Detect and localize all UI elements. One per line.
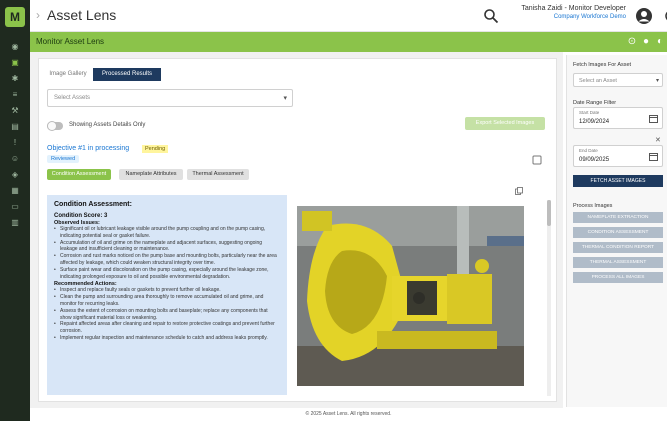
list-item: Inspect and replace faulty seals or gask… xyxy=(54,287,280,294)
end-date-value: 09/09/2025 xyxy=(579,157,610,163)
chevron-right-icon: › xyxy=(36,8,40,22)
details-toggle[interactable] xyxy=(47,121,63,131)
refresh-icon[interactable] xyxy=(663,8,667,24)
assessment-panel: Condition Assessment: Condition Score: 3… xyxy=(47,195,287,395)
observed-list: Significant oil or lubricant leakage vis… xyxy=(54,226,280,280)
report-icon[interactable]: ▦ xyxy=(10,186,20,196)
toggle-knob xyxy=(47,121,57,131)
status-badge-pending: Pending xyxy=(142,145,169,153)
chip-nameplate-attributes[interactable]: Nameplate Attributes xyxy=(119,169,183,180)
tools-icon[interactable]: ⚒ xyxy=(10,106,20,116)
map-icon[interactable]: ◈ xyxy=(10,170,20,180)
user-info[interactable]: Tanisha Zaidi - Monitor Developer Compan… xyxy=(514,5,626,27)
end-date-caption: End Date xyxy=(579,148,598,153)
users-icon[interactable]: ☺ xyxy=(10,154,20,164)
asset-select[interactable]: Select Assets ▾ xyxy=(47,89,293,107)
objective-link[interactable]: Objective #1 in processing xyxy=(47,145,129,152)
copy-icon[interactable] xyxy=(515,187,523,195)
date-range-label: Date Range Filter xyxy=(573,100,617,106)
nameplate-extraction-button[interactable]: NAMEPLATE EXTRACTION xyxy=(573,212,663,223)
page-title: Monitor Asset Lens xyxy=(36,37,105,46)
search-icon[interactable] xyxy=(483,8,499,24)
sidebar-asset-placeholder: Select an Asset xyxy=(579,78,617,84)
list-item: Assess the extent of corrosion on mounti… xyxy=(54,308,280,322)
chip-thermal-assessment[interactable]: Thermal Assessment xyxy=(187,169,249,180)
app-logo[interactable]: M xyxy=(5,7,25,27)
asset-lens-icon[interactable]: ▣ xyxy=(10,58,20,68)
thermal-assessment-button[interactable]: THERMAL ASSESSMENT xyxy=(573,257,663,268)
fullscreen-icon[interactable]: ⊙ xyxy=(626,36,638,48)
toggle-label: Showing Assets Details Only xyxy=(69,122,146,128)
list-item: Implement regular inspection and mainten… xyxy=(54,335,280,342)
list-item: Clean the pump and surrounding area thor… xyxy=(54,294,280,308)
fetch-asset-images-button[interactable]: FETCH ASSET IMAGES xyxy=(573,175,663,187)
asset-photo[interactable] xyxy=(297,206,524,386)
calendar-icon[interactable] xyxy=(649,152,658,161)
caret-down-icon: ▾ xyxy=(283,95,287,102)
sidebar-asset-select[interactable]: Select an Asset ▾ xyxy=(573,73,663,87)
process-images-label: Process Images xyxy=(573,203,613,209)
process-all-images-button[interactable]: PROCESS ALL IMAGES xyxy=(573,272,663,283)
tab-processed-results[interactable]: Processed Results xyxy=(93,68,161,81)
tab-image-gallery[interactable]: Image Gallery xyxy=(45,68,91,81)
right-sidebar: Fetch Images For Asset Select an Asset ▾… xyxy=(566,55,667,407)
start-date-caption: Start Date xyxy=(579,110,600,115)
chip-condition-assessment[interactable]: Condition Assessment xyxy=(47,169,111,180)
export-selected-button[interactable]: Export Selected Images xyxy=(465,117,545,130)
user-name: Tanisha Zaidi - Monitor Developer xyxy=(521,5,626,12)
page-bar: Monitor Asset Lens ⊙ ● ◐ xyxy=(30,32,667,52)
list-icon[interactable]: ≡ xyxy=(10,90,20,100)
settings-icon[interactable]: ◐ xyxy=(654,36,666,48)
end-date-field[interactable]: End Date 09/09/2025 xyxy=(573,145,663,167)
assessment-heading: Condition Assessment: xyxy=(54,201,132,208)
start-date-field[interactable]: Start Date 12/09/2024 xyxy=(573,107,663,129)
caret-down-icon: ▾ xyxy=(655,78,659,84)
calendar-icon[interactable] xyxy=(649,114,658,123)
status-badge-reviewed[interactable]: Reviewed xyxy=(47,155,80,163)
account-icon[interactable] xyxy=(635,7,653,25)
top-header: › Asset Lens Tanisha Zaidi - Monitor Dev… xyxy=(30,0,667,32)
list-item: Corrosion and rust marks noticed on the … xyxy=(54,253,280,267)
fetch-images-label: Fetch Images For Asset xyxy=(573,62,632,68)
flag-icon[interactable] xyxy=(532,155,542,165)
alert-icon[interactable]: ! xyxy=(10,138,20,148)
thermal-condition-report-button[interactable]: THERMAL CONDITION REPORT xyxy=(573,242,663,253)
gear-icon[interactable]: ✱ xyxy=(10,74,20,84)
scrollbar-thumb[interactable] xyxy=(547,200,551,226)
start-date-value: 12/09/2024 xyxy=(579,119,610,125)
user-company: Company Workforce Demo xyxy=(553,14,626,20)
list-item: Repaint affected areas after cleaning an… xyxy=(54,321,280,335)
condition-assessment-button[interactable]: CONDITION ASSESSMENT xyxy=(573,227,663,238)
close-icon[interactable]: ✕ xyxy=(655,136,661,144)
list-item: Surface paint wear and discoloration on … xyxy=(54,267,280,281)
scrollbar[interactable] xyxy=(547,200,551,396)
app-title: Asset Lens xyxy=(47,7,117,23)
app-root: M ◉ ▣ ✱ ≡ ⚒ ▤ ! ☺ ◈ ▦ ▭ ▥ › Asset Lens T… xyxy=(0,0,667,421)
dashboard-icon[interactable]: ◉ xyxy=(10,42,20,52)
chart-icon[interactable]: ▤ xyxy=(10,122,20,132)
asset-select-placeholder: Select Assets xyxy=(54,95,91,101)
help-icon[interactable]: ● xyxy=(640,36,652,48)
actions-list: Inspect and replace faulty seals or gask… xyxy=(54,287,280,341)
pump-image xyxy=(297,206,524,386)
list-item: Significant oil or lubricant leakage vis… xyxy=(54,226,280,240)
condition-score: Condition Score: 3 xyxy=(54,213,108,219)
footer: © 2025 Asset Lens. All rights reserved. xyxy=(30,408,667,421)
nav-rail: M ◉ ▣ ✱ ≡ ⚒ ▤ ! ☺ ◈ ▦ ▭ ▥ xyxy=(0,0,30,421)
list-item: Accumulation of oil and grime on the nam… xyxy=(54,240,280,254)
folder-icon[interactable]: ▭ xyxy=(10,202,20,212)
calendar-nav-icon[interactable]: ▥ xyxy=(10,218,20,228)
